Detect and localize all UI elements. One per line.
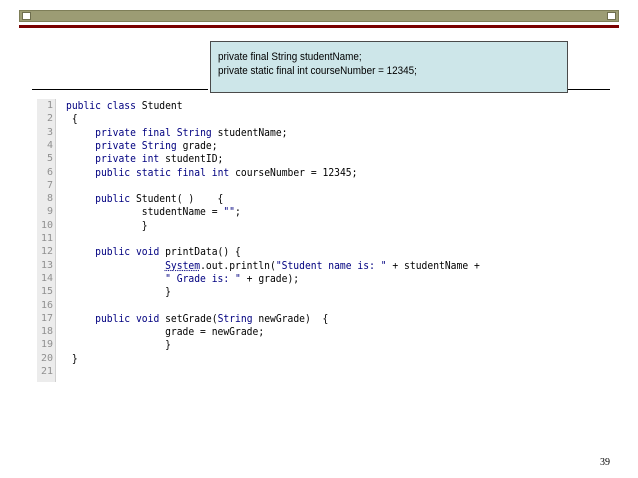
- line-number: 21: [40, 366, 53, 377]
- code-text: System.out.println("Student name is: " +…: [165, 258, 480, 272]
- code-listing: 1 public class Student 2 {3 private final …: [37, 99, 597, 382]
- line-number: 4: [46, 139, 53, 151]
- code-line: 1 public class Student: [37, 99, 597, 112]
- line-number: 11: [40, 233, 53, 244]
- code-text: }: [66, 218, 148, 232]
- divider-right: [568, 89, 610, 90]
- divider-left: [32, 89, 208, 90]
- code-line: 9 studentName = "";: [37, 205, 597, 218]
- code-line: 8 public Student( ) {: [37, 192, 597, 205]
- code-text: " Grade is: " + grade);: [165, 271, 300, 285]
- code-text: private final String studentName;: [95, 125, 288, 139]
- line-number: 15: [40, 286, 53, 298]
- code-text: public static final int courseNumber = 1…: [95, 165, 358, 179]
- line-number: 10: [40, 219, 53, 231]
- code-line: 12 public void printData() {: [37, 245, 597, 258]
- code-line: 19 }: [37, 338, 597, 351]
- code-text: public void setGrade(String newGrade) {: [95, 311, 329, 325]
- code-text: }: [66, 351, 78, 365]
- line-number: 17: [40, 312, 53, 324]
- line-number: 3: [46, 126, 53, 138]
- line-number: 7: [46, 179, 53, 191]
- code-text: }: [66, 338, 171, 352]
- line-number: 14: [40, 272, 53, 284]
- code-line: 4 private String grade;: [37, 139, 597, 152]
- line-number: 12: [40, 246, 53, 258]
- page-number: 39: [600, 457, 610, 468]
- code-line: 5 private int studentID;: [37, 152, 597, 165]
- code-text: public class Student: [66, 99, 183, 112]
- callout-line-2: private static final int courseNumber = …: [218, 65, 417, 77]
- code-text: }: [66, 285, 171, 299]
- code-text: public void printData() {: [95, 245, 241, 259]
- code-line: 16: [37, 299, 597, 312]
- code-line: 18 grade = newGrade;: [37, 325, 597, 338]
- code-line: 20 }: [37, 352, 597, 365]
- code-line: 10 }: [37, 219, 597, 232]
- code-text: {: [66, 112, 78, 126]
- line-number: 13: [40, 259, 53, 271]
- code-line: 7: [37, 179, 597, 192]
- code-text: studentName = "";: [66, 205, 241, 219]
- code-line: 15 }: [37, 285, 597, 298]
- line-number: 9: [46, 206, 53, 218]
- line-number: 1: [46, 100, 53, 111]
- code-text: public Student( ) {: [95, 192, 224, 206]
- code-line: 6 public static final int courseNumber =…: [37, 166, 597, 179]
- code-line: 13 System.out.println("Student name is: …: [37, 259, 597, 272]
- line-number: 18: [40, 326, 53, 338]
- code-callout-box: private final String studentName; privat…: [210, 41, 568, 93]
- line-number: 2: [46, 113, 53, 125]
- code-text: private String grade;: [95, 138, 218, 152]
- code-line: 21: [37, 365, 597, 378]
- code-text: private int studentID;: [95, 152, 224, 166]
- line-number: 20: [40, 352, 53, 364]
- callout-line-1: private final String studentName;: [218, 51, 362, 63]
- header-left-square: [22, 12, 31, 20]
- code-line: 14 " Grade is: " + grade);: [37, 272, 597, 285]
- code-line: 17 public void setGrade(String newGrade)…: [37, 312, 597, 325]
- header-rule: [19, 25, 619, 28]
- header-right-square: [607, 12, 616, 20]
- line-number: 6: [46, 166, 53, 178]
- code-text: grade = newGrade;: [66, 325, 265, 339]
- slide-header-bar: [19, 10, 619, 22]
- line-number: 19: [40, 339, 53, 351]
- line-number: 16: [40, 299, 53, 311]
- code-line: 2 {: [37, 112, 597, 125]
- line-number: 8: [46, 193, 53, 205]
- code-line: 11: [37, 232, 597, 245]
- code-line: 3 private final String studentName;: [37, 126, 597, 139]
- line-number: 5: [46, 153, 53, 165]
